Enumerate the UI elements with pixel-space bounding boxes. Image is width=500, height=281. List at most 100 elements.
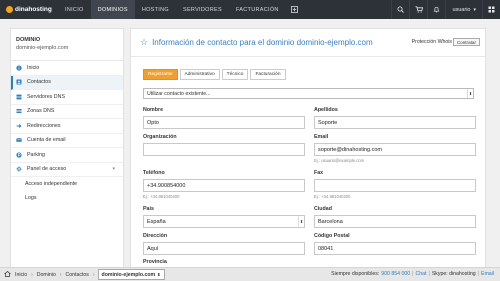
bottom-bar: Inicio › Dominio › Contactos › dominio-e… xyxy=(0,267,500,281)
sidebar-item-servidores-dns[interactable]: Servidores DNS xyxy=(11,90,123,105)
home-icon[interactable] xyxy=(4,270,11,279)
sidebar-item-label: Cuenta de email xyxy=(27,137,66,144)
breadcrumb-domain-select[interactable]: dominio-ejemplo.com ⬍ xyxy=(97,269,165,280)
provincia-label: Provincia xyxy=(143,259,167,265)
nav-hosting[interactable]: HOSTING xyxy=(135,0,176,19)
nav-servidores[interactable]: SERVIDORES xyxy=(176,0,229,19)
contacts-icon xyxy=(16,79,22,85)
user-menu[interactable]: usuario ▾ xyxy=(445,0,482,19)
field-ciudad: Ciudad Barcelona xyxy=(314,206,476,228)
apellidos-label: Apellidos xyxy=(314,107,338,113)
contract-button[interactable]: Contratar xyxy=(452,38,480,46)
pais-value: España xyxy=(147,218,166,225)
codigo-postal-label: Código Postal xyxy=(314,233,350,239)
existing-contact-select[interactable]: Utilizar contacto existente... ⬍ xyxy=(143,88,474,99)
pais-label: País xyxy=(143,206,154,212)
user-name: usuario xyxy=(452,6,471,13)
parking-icon xyxy=(16,152,22,158)
sidebar-item-zonas-dns[interactable]: Zonas DNS xyxy=(11,105,123,119)
field-organizacion: Organización xyxy=(143,134,305,156)
breadcrumb-domain-value: dominio-ejemplo.com xyxy=(101,271,156,278)
field-codigo-postal: Código Postal 08041 xyxy=(314,233,476,255)
tab-administrativo[interactable]: Administrativo xyxy=(179,69,220,80)
top-navigation: dinahosting INICIO DOMINIOS HOSTING SERV… xyxy=(0,0,500,19)
grid-menu-icon[interactable] xyxy=(482,0,500,19)
support-info: Siempre disponibles: 900 854 000 | Chat … xyxy=(331,271,494,277)
fax-label: Fax xyxy=(314,170,324,176)
separator: | xyxy=(412,271,414,277)
breadcrumb-separator-icon: › xyxy=(92,271,95,278)
page-title: Información de contacto para el dominio … xyxy=(152,38,373,47)
tab-registrante[interactable]: Registrante xyxy=(143,69,178,80)
breadcrumb-inicio[interactable]: Inicio xyxy=(11,272,31,278)
organizacion-label: Organización xyxy=(143,134,177,140)
nav-dominios[interactable]: DOMINIOS xyxy=(90,0,135,19)
telefono-hint: Ej.: +34.981040200 xyxy=(143,194,180,199)
info-icon xyxy=(16,65,22,71)
add-icon[interactable] xyxy=(290,5,300,15)
field-pais: País España ⬍ xyxy=(143,206,305,228)
email-input[interactable]: soporte@dinahosting.com xyxy=(314,143,476,156)
existing-contact-value: Utilizar contacto existente... xyxy=(147,90,211,97)
sidebar-subitem-acceso-independiente[interactable]: Acceso independiente xyxy=(11,177,123,191)
sidebar-item-label: Zonas DNS xyxy=(27,108,55,115)
sidebar-item-panel-acceso[interactable]: Panel de acceso ▾ xyxy=(11,163,123,177)
nombre-input[interactable]: Opto xyxy=(143,116,305,129)
field-email: Email soporte@dinahosting.com Ej.: usuar… xyxy=(314,134,476,163)
tab-facturacion[interactable]: Facturación xyxy=(250,69,286,80)
star-icon[interactable]: ☆ xyxy=(140,37,148,48)
sidebar-item-parking[interactable]: Parking xyxy=(11,148,123,163)
select-arrows-icon: ⬍ xyxy=(298,216,304,227)
gear-icon xyxy=(16,166,22,172)
field-fax: Fax Ej.: +34.981040200 xyxy=(314,170,476,199)
field-telefono: Teléfono +34.900854000 Ej.: +34.98104020… xyxy=(143,170,305,199)
email-hint: Ej.: usuario@example.com xyxy=(314,158,365,163)
field-direccion: Dirección Aquí xyxy=(143,233,305,255)
always-available-label: Siempre disponibles: xyxy=(331,271,380,277)
whois-protection-label: Protección Whois xyxy=(411,39,452,45)
sidebar-header: DOMINIO dominio-ejemplo.com xyxy=(11,29,123,61)
sidebar-item-contactos[interactable]: Contactos xyxy=(11,75,123,90)
chat-link[interactable]: Chat xyxy=(415,271,426,277)
nav-inicio[interactable]: INICIO xyxy=(58,0,91,19)
breadcrumb: Inicio › Dominio › Contactos › dominio-e… xyxy=(0,269,165,280)
sidebar-subitem-logs[interactable]: Logs xyxy=(11,191,123,205)
ciudad-input[interactable]: Barcelona xyxy=(314,215,476,228)
redirect-icon xyxy=(16,123,22,129)
breadcrumb-contactos[interactable]: Contactos xyxy=(62,272,93,278)
sidebar-item-inicio[interactable]: Inicio xyxy=(11,61,123,76)
email-link[interactable]: Email xyxy=(481,271,494,277)
bell-icon[interactable] xyxy=(427,0,445,19)
nav-facturacion[interactable]: FACTURACIÓN xyxy=(229,0,286,19)
ciudad-label: Ciudad xyxy=(314,206,332,212)
fax-input[interactable] xyxy=(314,179,476,192)
server-icon xyxy=(16,94,22,100)
logo[interactable]: dinahosting xyxy=(0,0,58,19)
breadcrumb-dominio[interactable]: Dominio xyxy=(33,272,60,278)
chevron-down-icon: ▾ xyxy=(473,6,476,13)
sidebar-item-redirecciones[interactable]: Redirecciones xyxy=(11,119,123,134)
sidebar: DOMINIO dominio-ejemplo.com Inicio Conta… xyxy=(10,28,124,268)
sidebar-item-label: Inicio xyxy=(27,64,40,71)
select-arrows-icon: ⬍ xyxy=(157,272,161,277)
search-icon[interactable] xyxy=(391,0,409,19)
support-phone[interactable]: 900 854 000 xyxy=(381,271,410,277)
cart-icon[interactable] xyxy=(409,0,427,19)
select-arrows-icon: ⬍ xyxy=(467,89,473,98)
telefono-input[interactable]: +34.900854000 xyxy=(143,179,305,192)
email-label: Email xyxy=(314,134,329,140)
direccion-label: Dirección xyxy=(143,233,168,239)
logo-mark-icon xyxy=(6,6,13,13)
sidebar-item-label: Servidores DNS xyxy=(27,93,65,100)
organizacion-input[interactable] xyxy=(143,143,305,156)
contact-tabs: Registrante Administrativo Técnico Factu… xyxy=(143,69,288,80)
codigo-postal-input[interactable]: 08041 xyxy=(314,242,476,255)
dns-icon xyxy=(16,108,22,114)
logo-text: dinahosting xyxy=(15,6,52,13)
apellidos-input[interactable]: Soporte xyxy=(314,116,476,129)
pais-select[interactable]: España ⬍ xyxy=(143,215,305,228)
direccion-input[interactable]: Aquí xyxy=(143,242,305,255)
sidebar-item-cuenta-email[interactable]: Cuenta de email xyxy=(11,134,123,148)
email-icon xyxy=(16,137,22,143)
tab-tecnico[interactable]: Técnico xyxy=(221,69,249,80)
